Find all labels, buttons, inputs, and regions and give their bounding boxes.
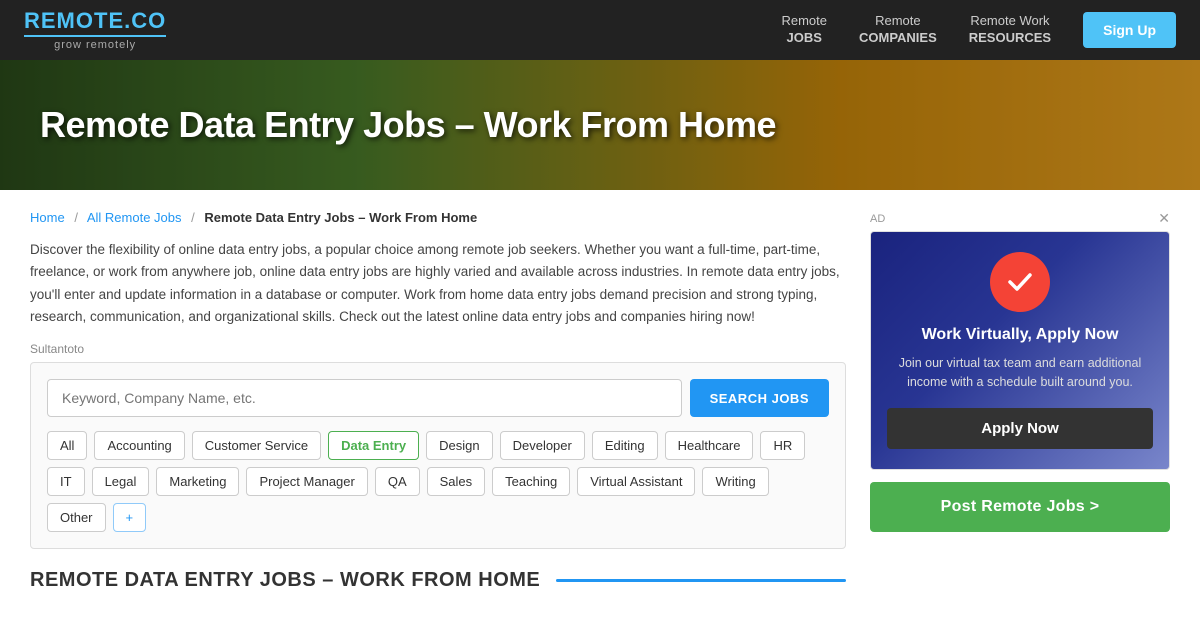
category-more-button[interactable]: + (113, 503, 147, 532)
breadcrumb-home[interactable]: Home (30, 210, 65, 225)
search-row: SEARCH JOBS (47, 379, 829, 417)
category-tag-design[interactable]: Design (426, 431, 492, 460)
ad-headline: Work Virtually, Apply Now (887, 326, 1153, 344)
category-tag-customer-service[interactable]: Customer Service (192, 431, 321, 460)
nav-link-companies[interactable]: Remote COMPANIES (859, 13, 937, 47)
category-tag-it[interactable]: IT (47, 467, 85, 496)
category-tag-virtual-assistant[interactable]: Virtual Assistant (577, 467, 695, 496)
nav-link-jobs[interactable]: Remote JOBS (781, 13, 827, 47)
category-tag-legal[interactable]: Legal (92, 467, 150, 496)
sidebar: AD ✕ Work Virtually, Apply Now Join our … (870, 210, 1170, 592)
search-input[interactable] (47, 379, 682, 417)
category-tag-editing[interactable]: Editing (592, 431, 658, 460)
category-tag-writing[interactable]: Writing (702, 467, 768, 496)
ad-card: Work Virtually, Apply Now Join our virtu… (870, 231, 1170, 470)
category-tag-data-entry[interactable]: Data Entry (328, 431, 419, 460)
nav-link-resources[interactable]: Remote Work RESOURCES (969, 13, 1051, 47)
page-description: Discover the flexibility of online data … (30, 239, 846, 328)
ad-close-button[interactable]: ✕ (1158, 210, 1170, 227)
nav-links: Remote JOBS Remote COMPANIES Remote Work… (781, 12, 1176, 48)
search-button[interactable]: SEARCH JOBS (690, 379, 829, 417)
section-heading-line (556, 579, 846, 582)
category-tag-qa[interactable]: QA (375, 467, 420, 496)
ad-body: Join our virtual tax team and earn addit… (887, 354, 1153, 392)
content-area: Home / All Remote Jobs / Remote Data Ent… (30, 210, 846, 592)
navbar: REMOTE.CO grow remotely Remote JOBS Remo… (0, 0, 1200, 60)
ad-label: AD ✕ (870, 210, 1170, 227)
breadcrumb-all-remote[interactable]: All Remote Jobs (87, 210, 182, 225)
logo[interactable]: REMOTE.CO grow remotely (24, 9, 166, 51)
main-container: Home / All Remote Jobs / Remote Data Ent… (0, 190, 1200, 612)
category-tag-project-manager[interactable]: Project Manager (246, 467, 367, 496)
search-box: SEARCH JOBS AllAccounting Customer Servic… (30, 362, 846, 549)
author-label: Sultantoto (30, 342, 846, 356)
category-tag-marketing[interactable]: Marketing (156, 467, 239, 496)
category-tag-hr[interactable]: HR (760, 431, 805, 460)
post-jobs-button[interactable]: Post Remote Jobs > (870, 482, 1170, 532)
logo-sub: grow remotely (24, 35, 166, 51)
category-tags: AllAccountingCustomer ServiceData EntryD… (47, 431, 829, 532)
category-tag-teaching[interactable]: Teaching (492, 467, 570, 496)
breadcrumb-current: Remote Data Entry Jobs – Work From Home (204, 210, 477, 225)
ad-checkmark-icon (990, 252, 1050, 312)
category-tag-healthcare[interactable]: Healthcare (665, 431, 754, 460)
breadcrumb: Home / All Remote Jobs / Remote Data Ent… (30, 210, 846, 225)
category-tag-accounting[interactable]: Accounting (94, 431, 184, 460)
category-tag-other[interactable]: Other (47, 503, 106, 532)
section-heading: REMOTE DATA ENTRY JOBS – WORK FROM HOME (30, 569, 846, 592)
signup-button[interactable]: Sign Up (1083, 12, 1176, 48)
logo-title: REMOTE.CO (24, 9, 166, 33)
hero-title: Remote Data Entry Jobs – Work From Home (0, 104, 816, 146)
ad-apply-button[interactable]: Apply Now (887, 408, 1153, 449)
hero-banner: Remote Data Entry Jobs – Work From Home (0, 60, 1200, 190)
category-tag-sales[interactable]: Sales (427, 467, 486, 496)
category-tag-all[interactable]: All (47, 431, 87, 460)
category-tag-developer[interactable]: Developer (500, 431, 585, 460)
